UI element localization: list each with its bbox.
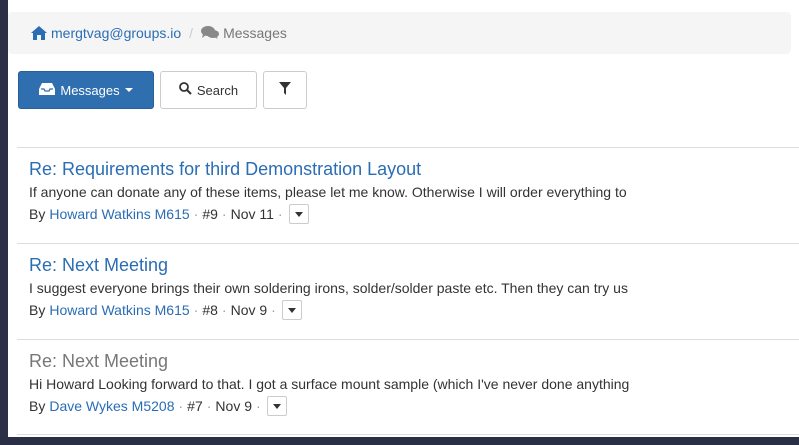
comments-icon	[201, 26, 220, 40]
filter-button[interactable]	[263, 71, 307, 109]
message-number: #9	[202, 206, 218, 222]
message-author-link[interactable]: Howard Watkins M615	[49, 299, 189, 321]
filter-icon	[279, 82, 291, 98]
message-meta: By Howard Watkins M615 · #9 · Nov 11 ·	[29, 203, 799, 225]
message-author-link[interactable]: Howard Watkins M615	[49, 203, 189, 225]
message-subject[interactable]: Re: Next Meeting	[29, 254, 799, 276]
message-snippet: I suggest everyone brings their own sold…	[29, 280, 628, 296]
message-item: Re: Next Meeting Hi Howard Looking forwa…	[17, 339, 799, 435]
toolbar: Messages Search	[18, 70, 307, 110]
message-number: #7	[187, 398, 203, 414]
breadcrumb-current: Messages	[223, 25, 287, 41]
message-snippet: Hi Howard Looking forward to that. I got…	[29, 376, 630, 392]
message-actions-dropdown[interactable]	[281, 300, 302, 320]
breadcrumb-group-link[interactable]: mergtvag@groups.io	[51, 25, 181, 41]
meta-separator: ·	[271, 302, 276, 318]
page-left-border	[0, 0, 8, 437]
meta-separator: ·	[178, 398, 184, 414]
breadcrumb-separator: /	[189, 25, 194, 41]
message-by-label: By	[29, 302, 46, 318]
message-list: Re: Requirements for third Demonstration…	[17, 147, 799, 435]
caret-down-icon	[124, 88, 133, 92]
message-by-label: By	[29, 206, 46, 222]
message-author-link[interactable]: Dave Wykes M5208	[49, 395, 174, 417]
search-button[interactable]: Search	[160, 71, 257, 109]
message-meta: By Howard Watkins M615 · #8 · Nov 9 ·	[29, 299, 799, 321]
search-button-label: Search	[196, 82, 239, 98]
meta-separator: ·	[221, 206, 227, 222]
message-item: Re: Next Meeting I suggest everyone brin…	[17, 243, 799, 339]
background-bottom-band	[0, 437, 799, 445]
meta-separator: ·	[206, 398, 212, 414]
meta-separator: ·	[221, 302, 227, 318]
message-date: Nov 9	[215, 398, 252, 414]
messages-button-label: Messages	[60, 82, 120, 98]
message-date: Nov 11	[230, 206, 274, 222]
message-snippet: If anyone can donate any of these items,…	[29, 184, 627, 200]
message-item: Re: Requirements for third Demonstration…	[17, 147, 799, 243]
message-meta: By Dave Wykes M5208 · #7 · Nov 9 ·	[29, 395, 799, 417]
meta-separator: ·	[193, 206, 199, 222]
home-icon[interactable]	[31, 26, 47, 40]
message-number: #8	[202, 302, 218, 318]
caret-down-icon	[287, 307, 296, 313]
meta-separator: ·	[193, 302, 199, 318]
message-by-label: By	[29, 398, 46, 414]
message-date: Nov 9	[230, 302, 268, 318]
breadcrumb: mergtvag@groups.io / Messages	[8, 12, 791, 54]
messages-dropdown-button[interactable]: Messages	[18, 71, 154, 109]
message-subject[interactable]: Re: Next Meeting	[29, 350, 799, 372]
search-icon	[178, 82, 192, 98]
message-actions-dropdown[interactable]	[266, 396, 287, 416]
caret-down-icon	[294, 211, 303, 217]
meta-separator: ·	[256, 398, 261, 414]
message-subject[interactable]: Re: Requirements for third Demonstration…	[29, 158, 799, 180]
meta-separator: ·	[277, 206, 283, 222]
page-panel: mergtvag@groups.io / Messages Messages S…	[0, 0, 799, 437]
message-actions-dropdown[interactable]	[288, 204, 309, 224]
inbox-icon	[39, 82, 56, 98]
caret-down-icon	[272, 403, 281, 409]
